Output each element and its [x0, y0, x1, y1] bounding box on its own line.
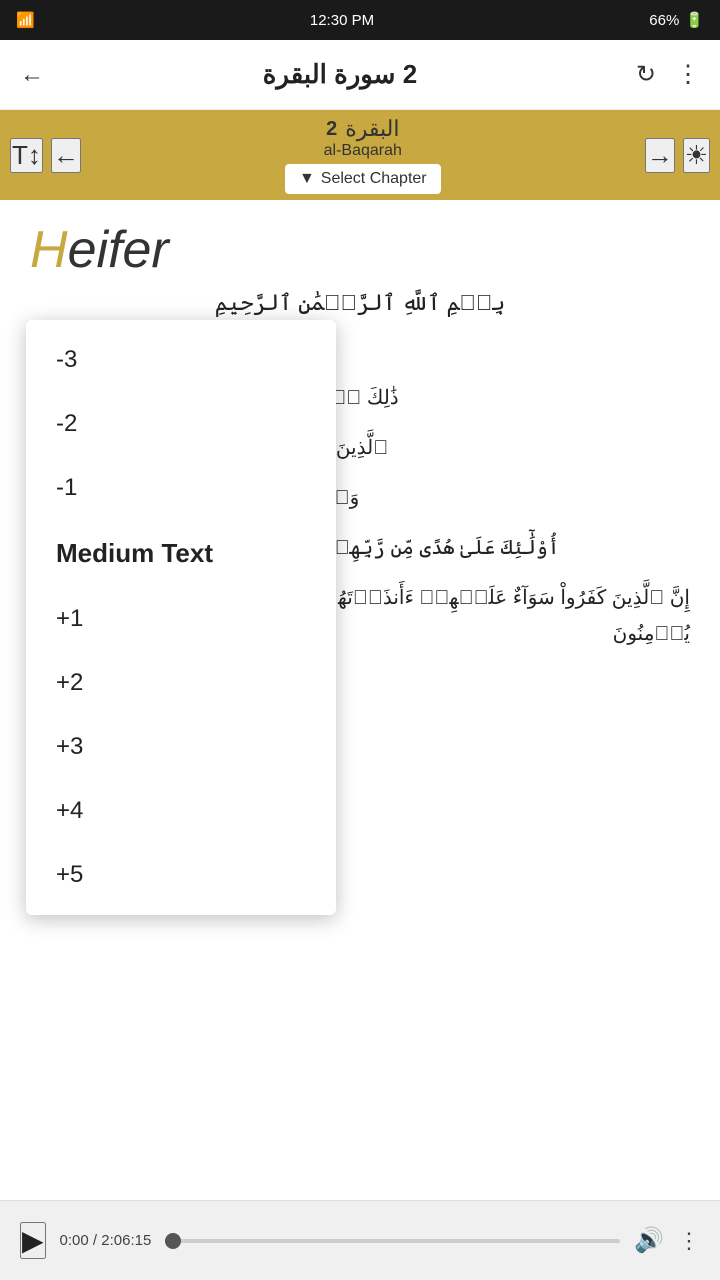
time-label: 0:00 / 2:06:15: [60, 1232, 152, 1249]
app-bar-actions: ↻ ⋮: [636, 60, 700, 89]
font-size-option-+1[interactable]: +1: [26, 587, 336, 651]
battery-icon: 🔋: [685, 11, 704, 29]
status-signal: 📶: [16, 11, 35, 29]
signal-icon: 📶: [16, 11, 35, 29]
font-size-option--1[interactable]: -1: [26, 456, 336, 520]
audio-more-button[interactable]: ⋮: [678, 1228, 700, 1254]
brightness-button[interactable]: ☀: [683, 138, 710, 173]
audio-player: ▶ 0:00 / 2:06:15 🔊 ⋮: [0, 1200, 720, 1280]
bismillah-text: بِسۡمِ ٱللَّهِ ٱلرَّحۡمَٰنِ ٱلرَّحِيمِ: [30, 290, 690, 316]
prev-surah-button[interactable]: ←: [51, 138, 81, 173]
toolbar-right: → ☀: [645, 138, 710, 173]
back-button[interactable]: ←: [20, 61, 44, 89]
progress-bar[interactable]: [165, 1239, 620, 1243]
more-options-button[interactable]: ⋮: [676, 60, 700, 89]
font-size-option-+3[interactable]: +3: [26, 715, 336, 779]
font-size-option-medium[interactable]: Medium Text: [26, 520, 336, 587]
surah-number: 2: [326, 118, 337, 141]
progress-thumb: [165, 1233, 181, 1249]
refresh-button[interactable]: ↻: [636, 60, 656, 89]
select-chapter-label: Select Chapter: [321, 170, 427, 188]
surah-info: 2 البقرة: [326, 116, 399, 142]
surah-title-area: Heifer: [30, 220, 690, 280]
surah-arabic-name: البقرة: [345, 116, 399, 142]
next-surah-button[interactable]: →: [645, 138, 675, 173]
status-time: 12:30 PM: [310, 12, 374, 29]
surah-title-partial: Heifer: [30, 221, 169, 279]
font-size-dropdown: -3-2-1Medium Text+1+2+3+4+5: [26, 320, 336, 915]
app-bar-title: 2 سورة البقرة: [263, 59, 417, 90]
select-chapter-button[interactable]: ▼ Select Chapter: [285, 164, 441, 194]
font-size-option-+5[interactable]: +5: [26, 843, 336, 907]
volume-button[interactable]: 🔊: [634, 1226, 664, 1255]
surah-transliteration: al-Baqarah: [324, 142, 402, 160]
toolbar-center: 2 البقرة al-Baqarah ▼ Select Chapter: [81, 116, 645, 194]
font-size-option--2[interactable]: -2: [26, 392, 336, 456]
app-bar: ← 2 سورة البقرة ↻ ⋮: [0, 40, 720, 110]
toolbar: T↕ ← 2 البقرة al-Baqarah ▼ Select Chapte…: [0, 110, 720, 200]
font-size-option--3[interactable]: -3: [26, 328, 336, 392]
play-button[interactable]: ▶: [20, 1222, 46, 1259]
font-size-option-+4[interactable]: +4: [26, 779, 336, 843]
font-size-button[interactable]: T↕: [10, 138, 43, 173]
status-battery-area: 66% 🔋: [649, 11, 704, 29]
battery-percent: 66%: [649, 12, 679, 29]
status-bar: 📶 12:30 PM 66% 🔋: [0, 0, 720, 40]
dropdown-arrow-icon: ▼: [299, 170, 315, 188]
font-size-option-+2[interactable]: +2: [26, 651, 336, 715]
toolbar-left: T↕ ←: [10, 138, 81, 173]
